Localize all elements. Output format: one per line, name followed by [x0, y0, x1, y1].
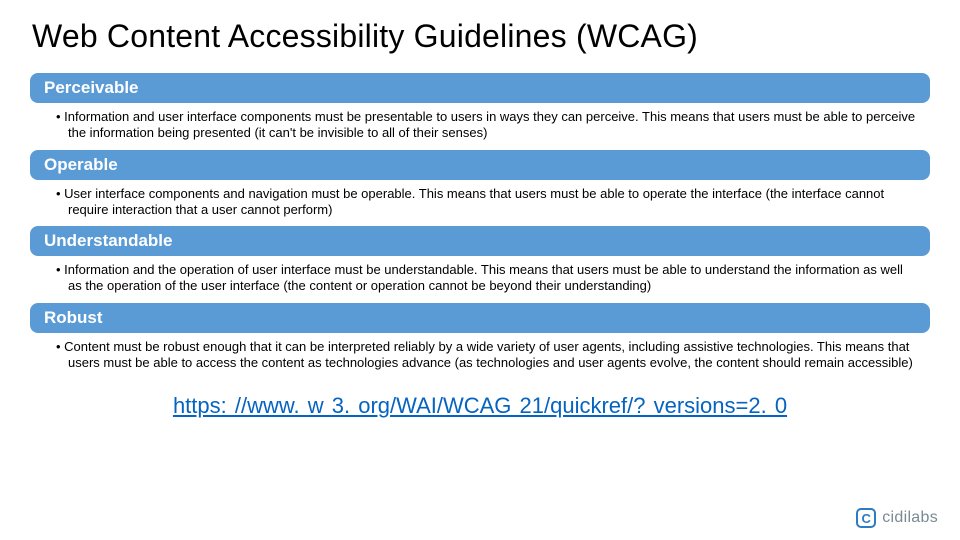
- principle-header: Perceivable: [30, 73, 930, 103]
- principle-perceivable: Perceivable Information and user interfa…: [24, 73, 936, 150]
- wcag-quickref-link[interactable]: https: //www. w 3. org/WAI/WCAG 21/quick…: [173, 393, 787, 418]
- principle-desc: Information and user interface component…: [68, 109, 918, 142]
- page-title: Web Content Accessibility Guidelines (WC…: [32, 18, 928, 55]
- principle-desc: Information and the operation of user in…: [68, 262, 918, 295]
- principle-desc: User interface components and navigation…: [68, 186, 918, 219]
- slide: Web Content Accessibility Guidelines (WC…: [0, 0, 960, 540]
- cidilabs-logo: C cidilabs: [856, 508, 938, 528]
- principle-body: Information and the operation of user in…: [34, 256, 926, 303]
- principle-operable: Operable User interface components and n…: [24, 150, 936, 227]
- principle-understandable: Understandable Information and the opera…: [24, 226, 936, 303]
- principle-body: User interface components and navigation…: [34, 180, 926, 227]
- logo-text: cidilabs: [882, 509, 938, 527]
- principle-header: Operable: [30, 150, 930, 180]
- principle-body: Information and user interface component…: [34, 103, 926, 150]
- logo-mark-icon: C: [856, 508, 876, 528]
- principle-header: Robust: [30, 303, 930, 333]
- reference-link-row: https: //www. w 3. org/WAI/WCAG 21/quick…: [24, 393, 936, 419]
- principle-header: Understandable: [30, 226, 930, 256]
- principle-body: Content must be robust enough that it ca…: [34, 333, 926, 380]
- principle-robust: Robust Content must be robust enough tha…: [24, 303, 936, 380]
- principle-desc: Content must be robust enough that it ca…: [68, 339, 918, 372]
